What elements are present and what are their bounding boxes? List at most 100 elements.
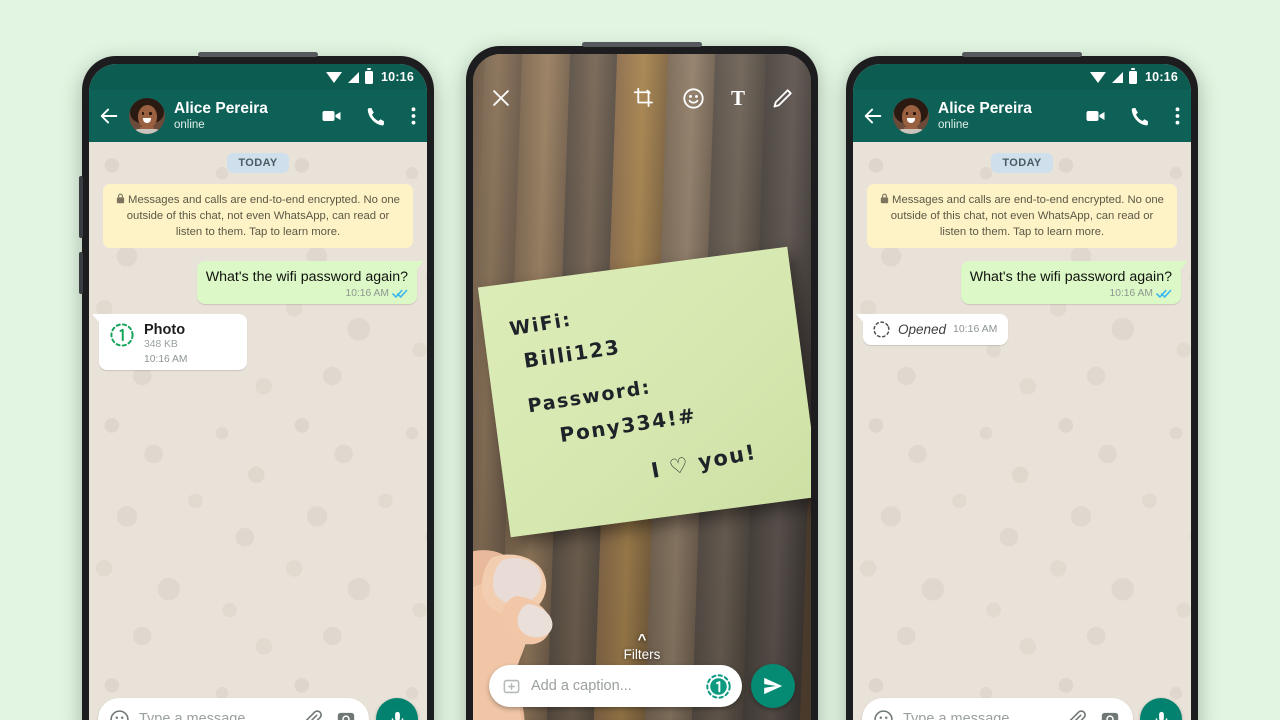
phone-right: 10:16 Alice Pereira online TODAY Message… — [846, 52, 1198, 720]
message-input-placeholder: Type a message — [903, 711, 1010, 720]
emoji-icon[interactable] — [873, 709, 894, 720]
chat-body: TODAY Messages and calls are end-to-end … — [853, 142, 1191, 720]
text-tool-icon[interactable]: T — [731, 87, 745, 109]
signal-icon — [348, 71, 360, 83]
contact-name: Alice Pereira — [938, 100, 1032, 118]
avatar[interactable] — [893, 98, 929, 134]
lock-icon — [116, 193, 125, 204]
message-input-pill[interactable]: Type a message — [862, 698, 1133, 720]
view-once-title: Photo — [144, 321, 186, 338]
encryption-notice[interactable]: Messages and calls are end-to-end encryp… — [103, 184, 413, 249]
emoji-icon[interactable] — [109, 709, 130, 720]
contact-name: Alice Pereira — [174, 100, 268, 118]
read-receipt-icon — [1156, 289, 1172, 298]
video-call-icon[interactable] — [320, 104, 344, 128]
read-receipt-icon — [392, 289, 408, 298]
view-once-toggle-icon[interactable] — [705, 673, 732, 700]
status-bar: 10:16 — [853, 64, 1191, 90]
phone-right-screen: 10:16 Alice Pereira online TODAY Message… — [853, 64, 1191, 720]
view-once-icon — [110, 322, 134, 347]
view-once-opened-label: Opened — [898, 321, 947, 337]
overflow-menu-icon[interactable] — [1175, 106, 1180, 126]
voice-call-icon[interactable] — [1130, 106, 1151, 127]
filters-control[interactable]: ^ Filters — [473, 631, 811, 662]
contact-presence: online — [938, 118, 969, 131]
signal-icon — [1112, 71, 1124, 83]
note-line-1: WiFi: — [507, 308, 574, 341]
close-icon[interactable] — [490, 87, 512, 109]
contact-presence: online — [174, 118, 205, 131]
phone-left: 10:16 Alice Pereira online TODAY Message… — [79, 52, 434, 720]
message-bubble-outgoing[interactable]: What's the wifi password again? 10:16 AM — [196, 261, 425, 304]
phone-middle: WiFi: Billi123 Password: Pony334!# I ♡ y… — [466, 42, 818, 720]
camera-icon[interactable] — [336, 709, 356, 720]
phone-speaker — [962, 52, 1082, 57]
sticker-emoji-icon[interactable] — [682, 87, 705, 110]
mic-button[interactable] — [1140, 698, 1182, 720]
caption-placeholder: Add a caption... — [531, 678, 632, 694]
battery-icon — [1129, 68, 1138, 84]
message-input-pill[interactable]: Type a message — [98, 698, 369, 720]
phone-side-button-2[interactable] — [79, 252, 83, 294]
message-time: 10:16 AM — [345, 287, 389, 299]
send-button[interactable] — [751, 664, 795, 708]
phone-middle-screen: WiFi: Billi123 Password: Pony334!# I ♡ y… — [473, 54, 811, 720]
message-text: What's the wifi password again? — [969, 269, 1172, 286]
composer-bar: Type a message — [853, 698, 1191, 720]
attach-clip-icon[interactable] — [1066, 709, 1087, 720]
lock-icon — [880, 193, 889, 204]
overflow-menu-icon[interactable] — [411, 106, 416, 126]
day-chip: TODAY — [991, 153, 1053, 173]
view-once-text: Photo 348 KB 10:16 AM — [144, 322, 188, 366]
view-once-opened-bubble[interactable]: Opened 10:16 AM — [855, 313, 1009, 345]
editor-toolbar: T — [473, 80, 811, 116]
pencil-draw-icon[interactable] — [771, 87, 794, 110]
message-meta: 10:16 AM — [206, 288, 408, 299]
voice-call-icon[interactable] — [366, 106, 387, 127]
phone-side-button[interactable] — [79, 176, 83, 238]
contact-info[interactable]: Alice Pereira online — [174, 100, 311, 131]
message-row-incoming: Opened 10:16 AM — [855, 313, 1181, 345]
chat-header: Alice Pereira online — [853, 90, 1191, 142]
message-row-incoming: Photo 348 KB 10:16 AM — [92, 313, 417, 371]
message-row-outgoing: What's the wifi password again? 10:16 AM — [99, 261, 425, 304]
phone-left-screen: 10:16 Alice Pereira online TODAY Message… — [89, 64, 427, 720]
camera-icon[interactable] — [1100, 709, 1120, 720]
caption-bar: Add a caption... — [473, 664, 811, 708]
photo-editor: WiFi: Billi123 Password: Pony334!# I ♡ y… — [473, 54, 811, 720]
message-meta: 10:16 AM — [970, 288, 1172, 299]
message-text: What's the wifi password again? — [205, 269, 408, 286]
contact-info[interactable]: Alice Pereira online — [938, 100, 1075, 131]
avatar[interactable] — [129, 98, 165, 134]
chat-header: Alice Pereira online — [89, 90, 427, 142]
crop-rotate-icon[interactable] — [633, 87, 656, 110]
day-chip: TODAY — [227, 153, 289, 173]
view-once-opened-time: 10:16 AM — [953, 323, 998, 336]
attach-clip-icon[interactable] — [302, 709, 323, 720]
gallery-icon[interactable] — [502, 677, 521, 696]
view-once-photo-bubble[interactable]: Photo 348 KB 10:16 AM — [92, 313, 247, 371]
phone-speaker — [582, 42, 702, 47]
encryption-notice-text: Messages and calls are end-to-end encryp… — [126, 194, 400, 239]
sticky-note: WiFi: Billi123 Password: Pony334!# I ♡ y… — [477, 246, 811, 538]
chevron-up-icon: ^ — [637, 631, 647, 648]
note-line-2: Billi123 — [522, 334, 622, 373]
status-bar: 10:16 — [89, 64, 427, 90]
mic-button[interactable] — [376, 698, 418, 720]
video-call-icon[interactable] — [1084, 104, 1108, 128]
status-time: 10:16 — [381, 70, 414, 84]
editor-tools-group: T — [633, 87, 794, 110]
caption-input-pill[interactable]: Add a caption... — [489, 665, 742, 707]
filters-label: Filters — [623, 647, 661, 662]
note-line-5: I ♡ you! — [649, 439, 759, 483]
message-bubble-outgoing[interactable]: What's the wifi password again? 10:16 AM — [960, 261, 1189, 304]
back-arrow-icon[interactable] — [98, 105, 120, 127]
composer-bar: Type a message — [89, 698, 427, 720]
encryption-notice[interactable]: Messages and calls are end-to-end encryp… — [867, 184, 1177, 249]
message-row-outgoing: What's the wifi password again? 10:16 AM — [863, 261, 1189, 304]
send-icon — [764, 677, 783, 695]
message-time: 10:16 AM — [1109, 287, 1153, 299]
back-arrow-icon[interactable] — [862, 105, 884, 127]
view-once-time: 10:16 AM — [144, 354, 188, 366]
message-input-placeholder: Type a message — [139, 711, 246, 720]
